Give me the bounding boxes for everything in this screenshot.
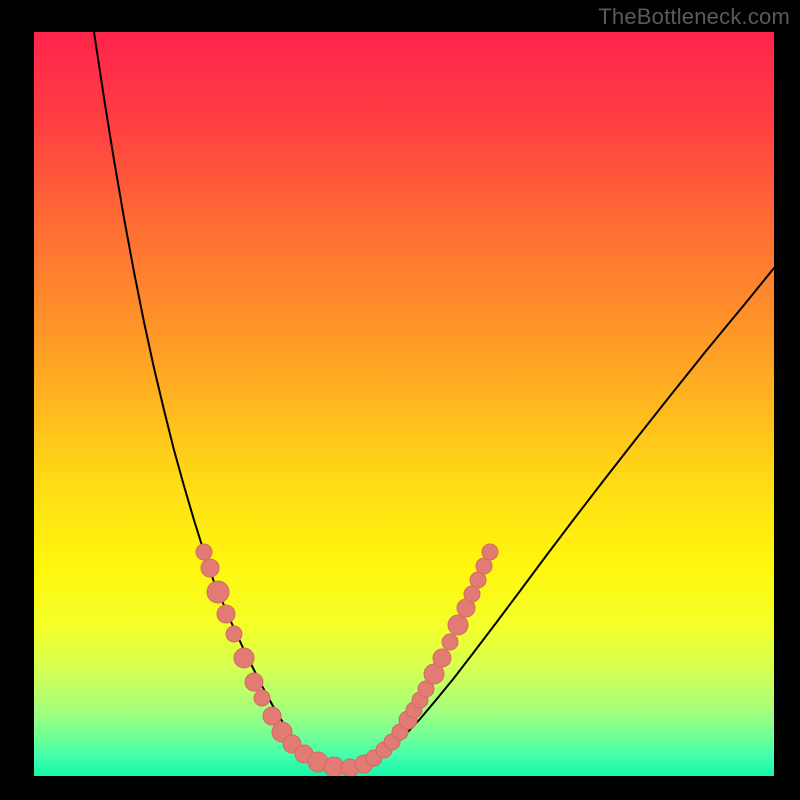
curve-dot — [442, 634, 458, 650]
curve-dot — [196, 544, 212, 560]
curve-dot-markers — [196, 544, 498, 776]
curve-dot — [254, 690, 270, 706]
curve-dot — [226, 626, 242, 642]
curve-dot — [448, 615, 468, 635]
curve-dot — [201, 559, 219, 577]
curve-dot — [482, 544, 498, 560]
curve-dot — [433, 649, 451, 667]
curve-dot — [217, 605, 235, 623]
plot-area — [34, 32, 774, 776]
curve-dot — [207, 581, 229, 603]
watermark-text: TheBottleneck.com — [598, 4, 790, 30]
curve-dot — [234, 648, 254, 668]
chart-frame: TheBottleneck.com — [0, 0, 800, 800]
curve-dot — [245, 673, 263, 691]
curve-layer — [34, 32, 774, 776]
